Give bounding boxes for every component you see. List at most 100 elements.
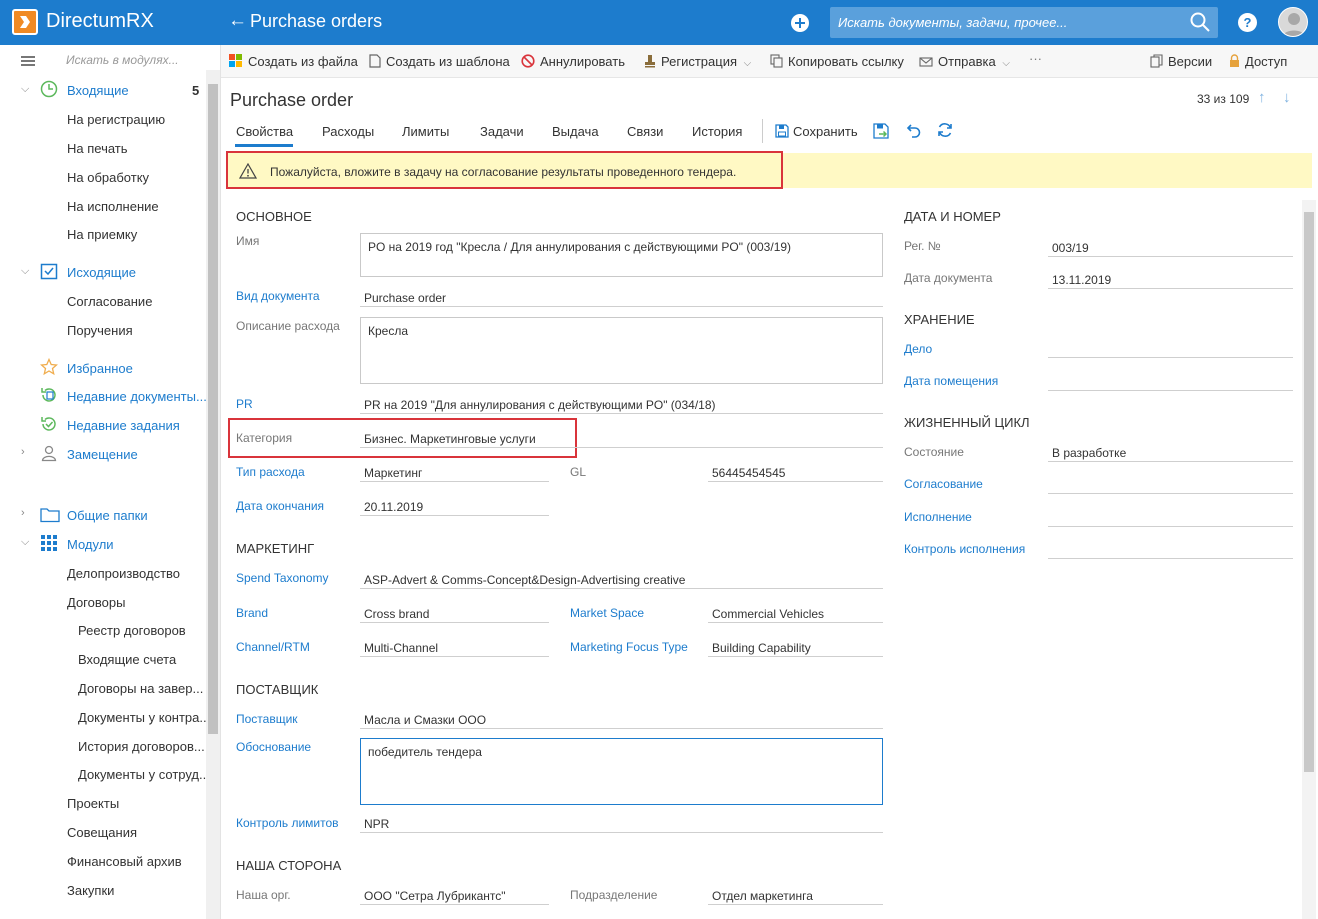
tab-properties[interactable]: Свойства [236, 124, 293, 139]
create-button[interactable] [791, 14, 809, 32]
module-search[interactable]: Искать в модулях... [66, 53, 179, 67]
create-from-template-button[interactable]: Создать из шаблона [369, 54, 510, 69]
sidebar-item-records-management[interactable]: Делопроизводство [67, 566, 180, 581]
global-search[interactable] [830, 7, 1218, 38]
sidebar-item-inbox-registration[interactable]: На регистрацию [67, 112, 165, 127]
arrow-down-icon[interactable]: ↓ [1283, 89, 1291, 106]
spend-taxonomy-label[interactable]: Spend Taxonomy [236, 571, 329, 585]
pr-value[interactable]: PR на 2019 "Для аннулирования с действую… [364, 398, 716, 412]
sidebar-item-contracts-history[interactable]: История договоров... [78, 739, 205, 754]
access-button[interactable]: Доступ [1229, 54, 1287, 69]
sidebar-item-meetings[interactable]: Совещания [67, 825, 137, 840]
execution-control-field[interactable] [1048, 558, 1293, 559]
approval-state-label[interactable]: Согласование [904, 477, 983, 491]
execution-control-label[interactable]: Контроль исполнения [904, 542, 1025, 556]
sidebar-item-inbox-acceptance[interactable]: На приемку [67, 227, 137, 242]
gl-value[interactable]: 56445454545 [712, 466, 785, 480]
placement-date-field[interactable] [1048, 390, 1293, 391]
pr-label[interactable]: PR [236, 397, 253, 411]
state-value[interactable]: В разработке [1052, 446, 1126, 460]
sidebar-scrollbar-thumb[interactable] [208, 84, 218, 734]
send-dropdown[interactable]: Отправка ⌵ [919, 54, 1010, 69]
sidebar-item-assignments[interactable]: Поручения [67, 323, 133, 338]
app-title[interactable]: DirectumRX [46, 10, 154, 33]
sidebar-item-recent-documents[interactable]: Недавние документы... [67, 389, 207, 404]
reg-no-value[interactable]: 003/19 [1052, 241, 1089, 255]
limit-control-value[interactable]: NPR [364, 817, 389, 831]
registration-dropdown[interactable]: Регистрация ⌵ [644, 54, 751, 69]
market-space-label[interactable]: Market Space [570, 606, 644, 620]
tab-expenses[interactable]: Расходы [322, 124, 374, 139]
tab-history[interactable]: История [692, 124, 742, 139]
brand-label[interactable]: Brand [236, 606, 268, 620]
sidebar-item-approval[interactable]: Согласование [67, 294, 152, 309]
sidebar-scrollbar[interactable] [206, 70, 220, 919]
sidebar-item-modules[interactable]: Модули [67, 537, 114, 552]
sidebar-item-favorites[interactable]: Избранное [67, 361, 133, 376]
brand-value[interactable]: Cross brand [364, 607, 429, 621]
sidebar-item-inbox-processing[interactable]: На обработку [67, 170, 149, 185]
expense-type-label[interactable]: Тип расхода [236, 465, 305, 479]
logo-icon[interactable] [12, 9, 38, 35]
channel-label[interactable]: Channel/RTM [236, 640, 310, 654]
annul-button[interactable]: Аннулировать [521, 54, 625, 69]
execution-state-label[interactable]: Исполнение [904, 510, 972, 524]
chevron-down-icon[interactable]: ⌵ [21, 83, 29, 96]
sidebar-item-shared-folders[interactable]: Общие папки [67, 508, 148, 523]
sidebar-item-inbox[interactable]: Входящие [67, 83, 129, 98]
sidebar-item-recent-tasks[interactable]: Недавние задания [67, 418, 180, 433]
save-and-close-icon[interactable] [873, 123, 889, 139]
tab-limits[interactable]: Лимиты [402, 124, 449, 139]
doc-kind-label[interactable]: Вид документа [236, 289, 320, 303]
end-date-label[interactable]: Дата окончания [236, 499, 324, 513]
sidebar-item-inbox-execution[interactable]: На исполнение [67, 199, 159, 214]
placement-date-label[interactable]: Дата помещения [904, 374, 998, 388]
main-scrollbar[interactable] [1302, 200, 1316, 919]
sidebar-item-substitution[interactable]: Замещение [67, 447, 138, 462]
search-icon[interactable] [1190, 12, 1210, 32]
our-org-value[interactable]: ООО "Сетра Лубрикантс" [364, 889, 506, 903]
category-value[interactable]: Бизнес. Маркетинговые услуги [364, 432, 536, 446]
sidebar-item-docs-at-counterparty[interactable]: Документы у контра... [78, 710, 210, 725]
case-label[interactable]: Дело [904, 342, 932, 356]
justification-field[interactable]: победитель тендера [360, 738, 883, 805]
global-search-input[interactable] [830, 7, 1180, 38]
doc-date-value[interactable]: 13.11.2019 [1052, 273, 1111, 287]
execution-state-field[interactable] [1048, 526, 1293, 527]
department-value[interactable]: Отдел маркетинга [712, 889, 813, 903]
supplier-label[interactable]: Поставщик [236, 712, 298, 726]
focus-type-label[interactable]: Marketing Focus Type [570, 640, 688, 654]
chevron-right-icon[interactable]: › [21, 446, 25, 458]
justification-label[interactable]: Обоснование [236, 740, 311, 754]
sidebar-item-financial-archive[interactable]: Финансовый архив [67, 854, 182, 869]
channel-value[interactable]: Multi-Channel [364, 641, 438, 655]
sidebar-item-contracts-approval[interactable]: Договоры на завер... [78, 681, 203, 696]
chevron-down-icon[interactable]: ⌵ [21, 265, 29, 278]
refresh-icon[interactable] [937, 122, 953, 138]
sidebar-item-docs-at-employee[interactable]: Документы у сотруд... [78, 767, 210, 782]
sidebar-item-projects[interactable]: Проекты [67, 796, 119, 811]
end-date-value[interactable]: 20.11.2019 [364, 500, 423, 514]
market-space-value[interactable]: Commercial Vehicles [712, 607, 824, 621]
undo-icon[interactable] [905, 124, 921, 138]
save-button[interactable]: Сохранить [775, 124, 858, 139]
copy-link-button[interactable]: Копировать ссылку [770, 54, 904, 69]
arrow-up-icon[interactable]: ↑ [1258, 89, 1266, 106]
back-arrow-icon[interactable]: ← [228, 10, 247, 32]
sidebar-item-contracts-registry[interactable]: Реестр договоров [78, 623, 186, 638]
expense-type-value[interactable]: Маркетинг [364, 466, 422, 480]
main-scrollbar-thumb[interactable] [1304, 212, 1314, 772]
more-actions-button[interactable]: ··· [1029, 51, 1042, 66]
supplier-value[interactable]: Масла и Смазки ООО [364, 713, 486, 727]
sidebar-item-contracts[interactable]: Договоры [67, 595, 125, 610]
focus-type-value[interactable]: Building Capability [712, 641, 811, 655]
chevron-right-icon[interactable]: › [21, 507, 25, 519]
expense-desc-field[interactable]: Кресла [360, 317, 883, 384]
tab-issuance[interactable]: Выдача [552, 124, 599, 139]
approval-state-field[interactable] [1048, 493, 1293, 494]
sidebar-item-outbox[interactable]: Исходящие [67, 265, 136, 280]
name-field[interactable]: PO на 2019 год "Кресла / Для аннулирован… [360, 233, 883, 277]
case-field[interactable] [1048, 357, 1293, 358]
create-from-file-button[interactable]: Создать из файла [229, 54, 358, 69]
sidebar-item-purchases[interactable]: Закупки [67, 883, 114, 898]
